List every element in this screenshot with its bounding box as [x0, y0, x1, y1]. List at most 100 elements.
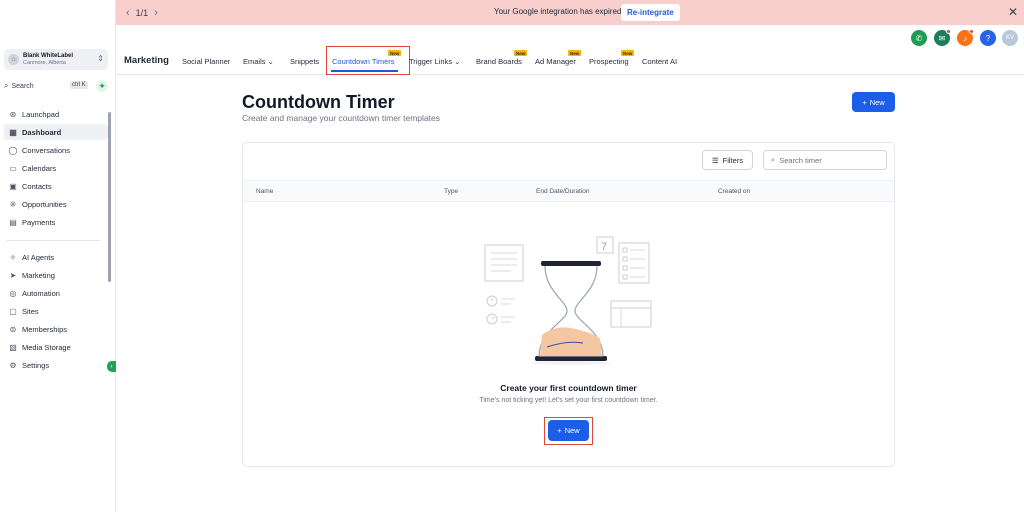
search-placeholder: Search timer [779, 155, 822, 165]
account-name: Blank WhiteLabel [23, 52, 74, 59]
sidebar-item-payments[interactable]: ▤ Payments [4, 214, 108, 230]
chat-icon: ◯ [8, 145, 18, 155]
banner-message: Your Google integration has expired. [494, 7, 624, 16]
highlight-box [326, 46, 410, 75]
avatar[interactable]: KV [1002, 30, 1018, 46]
tab-brand-boards[interactable]: Brand Boards [476, 57, 522, 66]
sidebar-item-label: Sites [22, 306, 39, 316]
tab-prospecting[interactable]: Prospecting [589, 57, 629, 66]
tab-label: Emails [243, 57, 266, 66]
building-icon: ⌂ [8, 54, 19, 65]
new-badge: New [568, 50, 582, 56]
empty-state-subtitle: Time's not ticking yet! Let's set your f… [479, 397, 658, 404]
column-header-name: Name [256, 188, 274, 195]
sidebar-item-conversations[interactable]: ◯ Conversations [4, 142, 108, 158]
quick-action-icon[interactable]: ✦ [96, 80, 108, 92]
tab-snippets[interactable]: Snippets [290, 57, 319, 66]
section-title: Marketing [124, 55, 169, 66]
calendar-icon: ▭ [9, 163, 17, 173]
sidebar-item-opportunities[interactable]: ⁜ Opportunities [4, 196, 108, 212]
sidebar-item-contacts[interactable]: ▣ Contacts [4, 178, 108, 194]
phone-icon[interactable]: ✆ [911, 30, 927, 46]
notification-dot [946, 29, 951, 34]
sidebar: ⌂ Blank WhiteLabel Canmore, Alberta ⇕ ⌕ … [0, 0, 116, 512]
tab-content-ai[interactable]: Content AI [642, 57, 677, 66]
tab-label: Trigger Links [409, 57, 453, 66]
calendar-day: 7 [601, 241, 607, 253]
search-timer-input[interactable]: ⌕ Search timer [763, 150, 887, 170]
opportunities-icon: ⁜ [9, 199, 17, 209]
sidebar-item-calendars[interactable]: ▭ Calendars [4, 160, 108, 176]
help-icon[interactable]: ? [980, 30, 996, 46]
sidebar-item-label: Payments [22, 217, 56, 227]
close-icon[interactable]: ✕ [1008, 5, 1018, 19]
sidebar-item-dashboard[interactable]: ▦ Dashboard [4, 124, 108, 140]
sidebar-divider [6, 240, 100, 241]
account-switcher[interactable]: ⌂ Blank WhiteLabel Canmore, Alberta ⇕ [4, 49, 108, 70]
automation-icon: ◎ [9, 288, 17, 298]
column-header-end-date: End Date/Duration [536, 188, 590, 195]
media-icon: ▧ [9, 342, 17, 352]
dashboard-icon: ▦ [9, 127, 17, 137]
membership-icon: ⊜ [9, 324, 17, 334]
search-icon: ⌕ [4, 81, 9, 90]
sidebar-item-label: Dashboard [22, 127, 62, 137]
sidebar-search-label: Search [11, 82, 34, 90]
plus-icon: + [862, 97, 867, 107]
chevron-updown-icon: ⇕ [97, 54, 104, 63]
help-label: ? [985, 33, 991, 43]
sidebar-scrollbar[interactable] [108, 112, 111, 282]
page-title: Countdown Timer [242, 92, 395, 112]
new-button-label: New [869, 97, 885, 107]
table-header: Name Type End Date/Duration Created on [243, 180, 894, 202]
banner-page-count: 1/1 [135, 7, 149, 18]
collapse-sidebar-icon[interactable]: ‹ [107, 361, 116, 372]
sidebar-item-ai-agents[interactable]: ✧ AI Agents [4, 249, 108, 265]
sidebar-item-sites[interactable]: ▢ Sites [4, 303, 108, 319]
integration-banner: ‹ 1/1 › Your Google integration has expi… [116, 0, 1024, 25]
sidebar-item-automation[interactable]: ◎ Automation [4, 285, 108, 301]
tab-emails[interactable]: Emails ⌄ [243, 57, 274, 66]
tab-social-planner[interactable]: Social Planner [182, 57, 230, 66]
sidebar-search[interactable]: ⌕ Search ctrl K [4, 79, 92, 93]
app-root: ⌂ Blank WhiteLabel Canmore, Alberta ⇕ ⌕ … [0, 0, 1024, 512]
new-badge: New [514, 50, 528, 56]
chevron-down-icon: ⌄ [267, 57, 274, 66]
tab-ad-manager[interactable]: Ad Manager [535, 57, 576, 66]
column-header-created-on: Created on [718, 188, 751, 195]
chevron-down-icon: ⌄ [454, 57, 461, 66]
contacts-icon: ▣ [9, 181, 17, 191]
sidebar-item-settings[interactable]: ⚙ Settings [4, 357, 108, 373]
filters-button[interactable]: ☰ Filters [702, 150, 753, 170]
column-header-type: Type [444, 188, 459, 195]
sidebar-item-label: Marketing [22, 270, 55, 280]
sidebar-item-label: AI Agents [22, 252, 55, 262]
rocket-icon: ⊛ [9, 109, 17, 119]
sidebar-item-label: Media Storage [22, 342, 71, 352]
new-timer-button[interactable]: + New [852, 92, 895, 112]
new-badge: New [621, 50, 635, 56]
filter-icon: ☰ [711, 155, 719, 165]
sites-icon: ▢ [9, 306, 17, 316]
send-icon: ➤ [9, 270, 17, 280]
chevron-left-icon[interactable]: ‹ [126, 7, 130, 19]
payments-icon: ▤ [9, 217, 17, 227]
search-icon: ⌕ [771, 155, 776, 164]
sidebar-item-launchpad[interactable]: ⊛ Launchpad [4, 106, 108, 122]
sidebar-item-label: Contacts [22, 181, 52, 191]
search-shortcut: ctrl K [70, 81, 88, 89]
sparkle-icon: ✧ [9, 252, 17, 262]
sidebar-item-label: Automation [22, 288, 60, 298]
account-location: Canmore, Alberta [23, 59, 66, 66]
filters-label: Filters [722, 155, 744, 165]
reintegrate-button[interactable]: Re-integrate [621, 4, 680, 21]
notification-dot [969, 29, 974, 34]
chevron-right-icon[interactable]: › [154, 7, 158, 19]
sidebar-item-label: Memberships [22, 324, 68, 334]
tab-trigger-links[interactable]: Trigger Links ⌄ [409, 57, 460, 66]
sidebar-item-marketing[interactable]: ➤ Marketing [4, 267, 108, 283]
avatar-initials: KV [1005, 35, 1014, 41]
empty-state-title: Create your first countdown timer [500, 383, 637, 393]
sidebar-item-memberships[interactable]: ⊜ Memberships [4, 321, 108, 337]
sidebar-item-media-storage[interactable]: ▧ Media Storage [4, 339, 108, 355]
